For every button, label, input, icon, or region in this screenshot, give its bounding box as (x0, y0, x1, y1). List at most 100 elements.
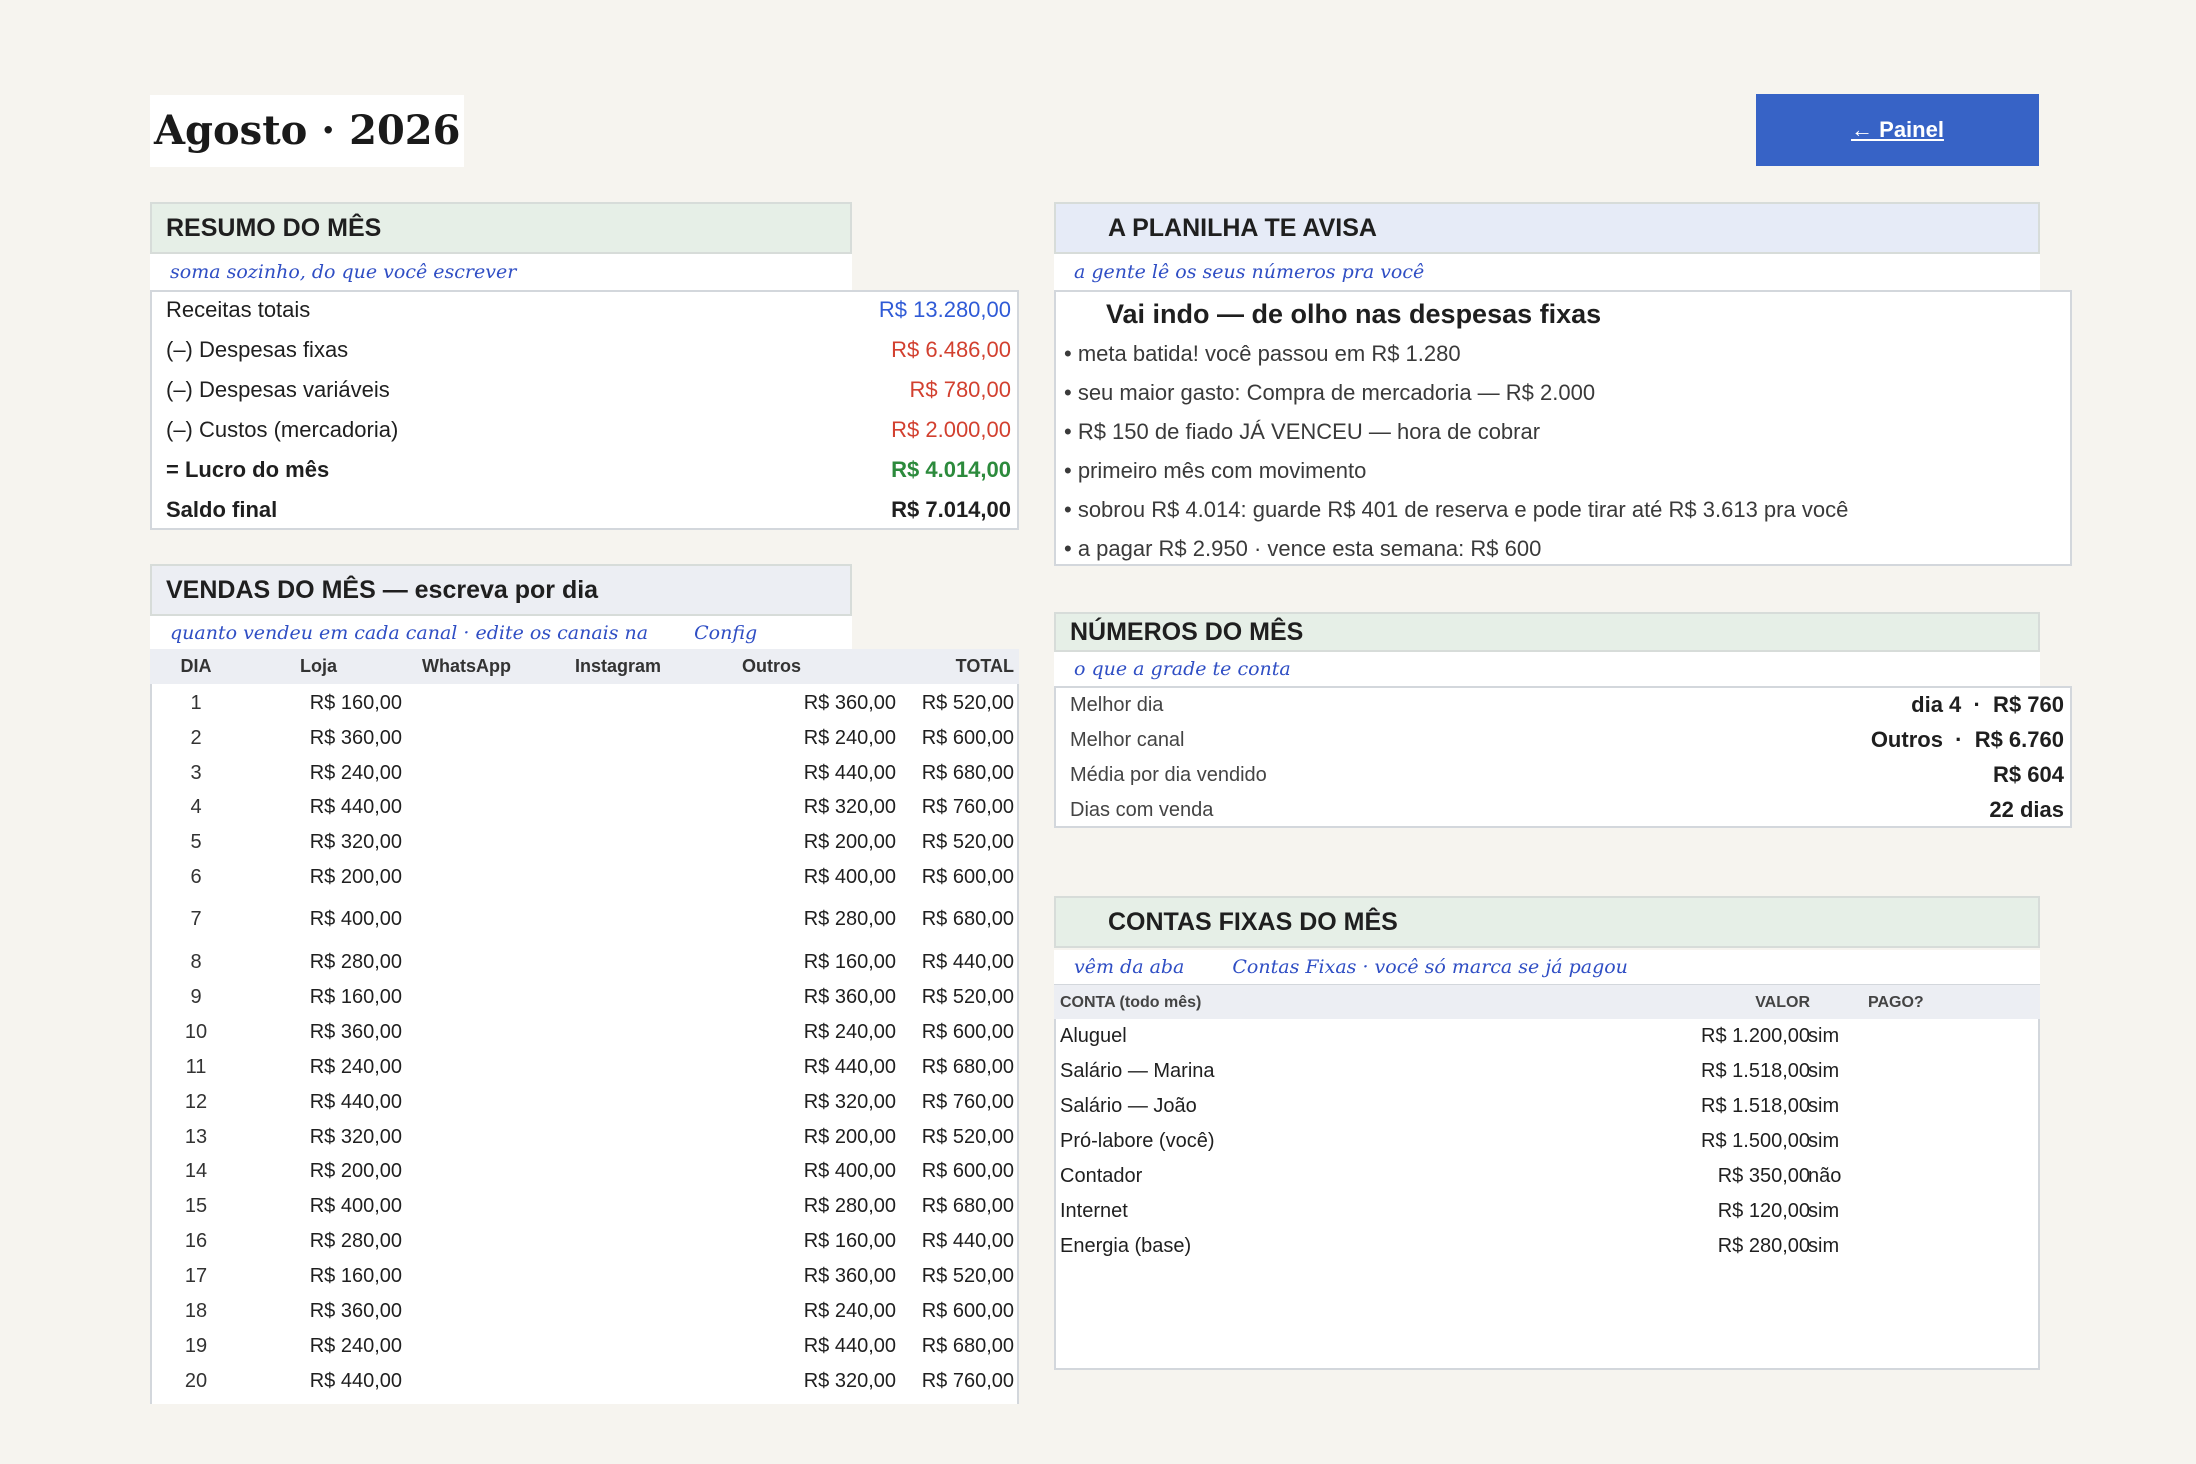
loja-cell[interactable]: R$ 400,00 (292, 902, 402, 936)
contas-fixas-link[interactable]: Contas Fixas · você só marca se já pagou (1232, 956, 1628, 978)
table-row: 18 R$ 360,00 R$ 240,00 R$ 600,00 (150, 1294, 1019, 1328)
loja-cell[interactable]: R$ 360,00 (292, 1015, 402, 1049)
outros-cell[interactable]: R$ 440,00 (746, 756, 896, 790)
col-dia: DIA (180, 656, 212, 676)
dia-cell: 2 (190, 727, 202, 749)
dia-cell: 1 (190, 692, 202, 714)
col-conta: CONTA (todo mês) (1060, 994, 1202, 1011)
resumo-value: R$ 6.486,00 (891, 337, 1011, 362)
outros-cell[interactable]: R$ 400,00 (746, 860, 896, 894)
table-row: 12 R$ 440,00 R$ 320,00 R$ 760,00 (150, 1085, 1019, 1119)
numeros-label: Melhor dia (1070, 693, 1164, 716)
resumo-value: R$ 780,00 (909, 377, 1011, 402)
loja-cell[interactable]: R$ 360,00 (292, 721, 402, 755)
loja-cell[interactable]: R$ 240,00 (292, 756, 402, 790)
pago-cell[interactable]: não (1808, 1159, 1841, 1193)
outros-cell[interactable]: R$ 200,00 (746, 825, 896, 859)
outros-cell[interactable]: R$ 400,00 (746, 1154, 896, 1188)
resumo-row: (–) Despesas fixas R$ 6.486,00 (166, 330, 1011, 370)
outros-cell[interactable]: R$ 160,00 (746, 945, 896, 979)
total-cell: R$ 680,00 (921, 908, 1014, 930)
loja-cell[interactable]: R$ 240,00 (292, 1050, 402, 1084)
resumo-row: = Lucro do mês R$ 4.014,00 (166, 450, 1011, 490)
outros-cell[interactable]: R$ 280,00 (746, 902, 896, 936)
loja-cell[interactable]: R$ 440,00 (292, 1364, 402, 1398)
numeros-value: R$ 604 (1993, 762, 2064, 787)
col-outros: Outros (742, 656, 802, 676)
outros-cell[interactable]: R$ 440,00 (746, 1050, 896, 1084)
table-row: 4 R$ 440,00 R$ 320,00 R$ 760,00 (150, 790, 1019, 824)
loja-cell[interactable]: R$ 320,00 (292, 1120, 402, 1154)
numeros-hint: o que a grade te conta (1074, 658, 1291, 680)
outros-cell[interactable]: R$ 240,00 (746, 1015, 896, 1049)
loja-cell[interactable]: R$ 280,00 (292, 1224, 402, 1258)
back-to-painel-button[interactable]: ← Painel (1756, 94, 2039, 166)
loja-cell[interactable]: R$ 160,00 (292, 686, 402, 720)
outros-cell[interactable]: R$ 320,00 (746, 790, 896, 824)
outros-cell[interactable]: R$ 360,00 (746, 686, 896, 720)
conta-cell: Internet (1060, 1200, 1128, 1222)
valor-cell: R$ 1.200,00 (1701, 1025, 1810, 1047)
table-row: Salário — João R$ 1.518,00 sim (1060, 1089, 2030, 1123)
pago-cell[interactable]: sim (1808, 1124, 1839, 1158)
pago-cell[interactable]: sim (1808, 1194, 1839, 1228)
outros-cell[interactable]: R$ 440,00 (746, 1329, 896, 1363)
loja-cell[interactable]: R$ 400,00 (292, 1189, 402, 1223)
loja-cell[interactable]: R$ 440,00 (292, 1085, 402, 1119)
valor-cell: R$ 280,00 (1717, 1235, 1810, 1257)
outros-cell[interactable]: R$ 360,00 (746, 980, 896, 1014)
outros-cell[interactable]: R$ 160,00 (746, 1224, 896, 1258)
loja-cell[interactable]: R$ 160,00 (292, 980, 402, 1014)
outros-cell[interactable]: R$ 200,00 (746, 1120, 896, 1154)
loja-cell[interactable]: R$ 200,00 (292, 1154, 402, 1188)
table-row: Salário — Marina R$ 1.518,00 sim (1060, 1054, 2030, 1088)
table-row: 19 R$ 240,00 R$ 440,00 R$ 680,00 (150, 1329, 1019, 1363)
loja-cell[interactable]: R$ 240,00 (292, 1329, 402, 1363)
aviso-item: • meta batida! você passou em R$ 1.280 (1064, 341, 1461, 366)
outros-cell[interactable]: R$ 360,00 (746, 1259, 896, 1293)
valor-cell: R$ 120,00 (1717, 1200, 1810, 1222)
loja-cell[interactable]: R$ 160,00 (292, 1259, 402, 1293)
dia-cell: 4 (190, 796, 202, 818)
dia-cell: 13 (184, 1126, 208, 1148)
dia-cell: 19 (184, 1335, 208, 1357)
total-cell: R$ 680,00 (921, 1195, 1014, 1217)
pago-cell[interactable]: sim (1808, 1229, 1839, 1263)
outros-cell[interactable]: R$ 280,00 (746, 1189, 896, 1223)
pago-cell[interactable]: sim (1808, 1054, 1839, 1088)
loja-cell[interactable]: R$ 320,00 (292, 825, 402, 859)
resumo-row: Receitas totais R$ 13.280,00 (166, 290, 1011, 330)
loja-cell[interactable]: R$ 280,00 (292, 945, 402, 979)
dia-cell: 14 (184, 1160, 208, 1182)
avisa-header: A PLANILHA TE AVISA (1054, 202, 2040, 254)
pago-cell[interactable]: sim (1808, 1019, 1839, 1053)
resumo-value: R$ 4.014,00 (891, 457, 1011, 482)
outros-cell[interactable]: R$ 240,00 (746, 1294, 896, 1328)
loja-cell[interactable]: R$ 360,00 (292, 1294, 402, 1328)
pago-cell[interactable]: sim (1808, 1089, 1839, 1123)
config-link[interactable]: Config (694, 622, 757, 644)
loja-cell[interactable]: R$ 200,00 (292, 860, 402, 894)
total-cell: R$ 600,00 (921, 1300, 1014, 1322)
aviso-item: • a pagar R$ 2.950 · vence esta semana: … (1064, 536, 1542, 561)
valor-cell: R$ 350,00 (1717, 1165, 1810, 1187)
col-loja: Loja (300, 656, 338, 676)
conta-cell: Contador (1060, 1165, 1143, 1187)
avisa-headline: Vai indo — de olho nas despesas fixas (1106, 299, 1602, 329)
table-row: 14 R$ 200,00 R$ 400,00 R$ 600,00 (150, 1154, 1019, 1188)
outros-cell[interactable]: R$ 240,00 (746, 721, 896, 755)
outros-cell[interactable]: R$ 320,00 (746, 1364, 896, 1398)
aviso-item: • sobrou R$ 4.014: guarde R$ 401 de rese… (1064, 497, 1849, 522)
outros-cell[interactable]: R$ 320,00 (746, 1085, 896, 1119)
resumo-row: (–) Custos (mercadoria) R$ 2.000,00 (166, 410, 1011, 450)
loja-cell[interactable]: R$ 440,00 (292, 790, 402, 824)
numeros-label: Média por dia vendido (1070, 763, 1267, 786)
table-row: 5 R$ 320,00 R$ 200,00 R$ 520,00 (150, 825, 1019, 859)
numeros-value: dia 4 · R$ 760 (1911, 692, 2064, 717)
resumo-label: (–) Despesas fixas (166, 337, 349, 362)
total-cell: R$ 520,00 (921, 692, 1014, 714)
table-row: 6 R$ 200,00 R$ 400,00 R$ 600,00 (150, 860, 1019, 894)
resumo-label: Saldo final (166, 497, 278, 522)
vendas-header: VENDAS DO MÊS — escreva por dia (150, 564, 852, 616)
dia-cell: 6 (190, 866, 202, 888)
